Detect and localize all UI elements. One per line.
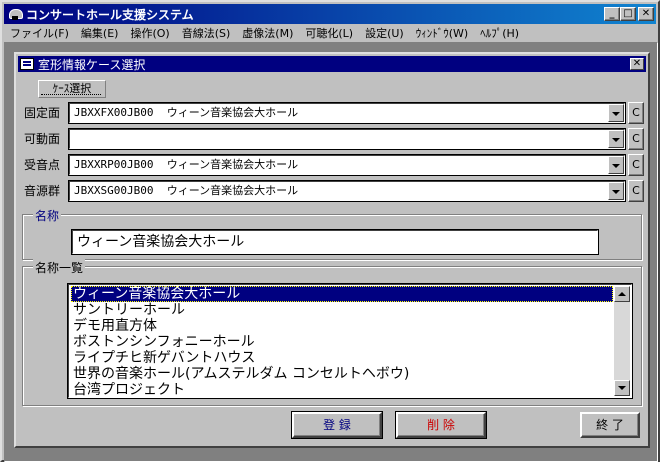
case-name: ウィーン音楽協会大ホール bbox=[166, 106, 299, 119]
case-name: ウィーン音楽協会大ホール bbox=[166, 158, 299, 171]
name-list-caption: 名称一覧 bbox=[33, 259, 86, 276]
receiver-point-label: 受音点 bbox=[24, 158, 61, 172]
title-bar: コンサートホール支援システム _ □ ✕ bbox=[4, 4, 656, 24]
name-group: 名称 ウィーン音楽協会大ホール bbox=[22, 207, 642, 260]
app-icon bbox=[7, 7, 23, 21]
menu-auralization[interactable]: 可聴化(L) bbox=[299, 25, 359, 41]
dropdown-arrow-icon[interactable] bbox=[608, 182, 624, 200]
name-caption: 名称 bbox=[33, 207, 62, 224]
case-code: JBXXRP00JB00 bbox=[74, 158, 154, 171]
app-title: コンサートホール支援システム bbox=[26, 7, 194, 22]
dropdown-arrow-icon[interactable] bbox=[608, 156, 624, 174]
menu-bar: ファイル(F) 編集(E) 操作(O) 音線法(S) 虚像法(M) 可聴化(L)… bbox=[4, 24, 656, 42]
case-code: JBXXFX00JB00 bbox=[74, 106, 154, 119]
menu-ray-method[interactable]: 音線法(S) bbox=[176, 25, 237, 41]
dialog-icon bbox=[20, 58, 34, 70]
menu-settings[interactable]: 設定(U) bbox=[359, 25, 410, 41]
exit-button[interactable]: 終 了 bbox=[580, 412, 640, 438]
close-button[interactable]: ✕ bbox=[638, 7, 654, 21]
list-item[interactable]: ライプチヒ新ゲバントハウス bbox=[71, 350, 613, 366]
combo-value: JBXXFX00JB00 ウィーン音楽協会大ホール bbox=[74, 104, 298, 122]
menu-operation[interactable]: 操作(O) bbox=[124, 25, 175, 41]
list-item[interactable]: デモ用直方体 bbox=[71, 318, 613, 334]
list-item[interactable]: 世界の音楽ホール(アムステルダム コンセルトヘボウ) bbox=[71, 366, 613, 382]
case-select-label[interactable]: ｹｰｽ選択 bbox=[38, 80, 106, 98]
menu-window[interactable]: ｳｨﾝﾄﾞｳ(W) bbox=[410, 25, 474, 41]
movable-surface-label: 可動面 bbox=[24, 132, 61, 146]
source-group-label: 音源群 bbox=[24, 184, 61, 198]
movable-surface-combo[interactable] bbox=[68, 128, 626, 150]
menu-file[interactable]: ファイル(F) bbox=[4, 25, 75, 41]
list-item[interactable]: サントリーホール bbox=[71, 302, 613, 318]
source-group-c-button[interactable]: C bbox=[628, 180, 644, 202]
dialog-title-bar: 室形情報ケース選択 ✕ bbox=[18, 56, 646, 72]
scroll-down-arrow-icon[interactable] bbox=[614, 380, 630, 396]
combo-value: JBXXSG00JB00 ウィーン音楽協会大ホール bbox=[74, 182, 298, 200]
receiver-point-c-button[interactable]: C bbox=[628, 154, 644, 176]
name-listbox[interactable]: ウィーン音楽協会大ホール サントリーホール デモ用直方体 ボストンシンフォニーホ… bbox=[67, 283, 633, 399]
menu-image-method[interactable]: 虚像法(M) bbox=[236, 25, 299, 41]
name-list-group: 名称一覧 ウィーン音楽協会大ホール サントリーホール デモ用直方体 ボストンシン… bbox=[22, 259, 642, 406]
source-group-combo[interactable]: JBXXSG00JB00 ウィーン音楽協会大ホール bbox=[68, 180, 626, 202]
delete-button[interactable]: 削 除 bbox=[395, 411, 487, 439]
combo-value: JBXXRP00JB00 ウィーン音楽協会大ホール bbox=[74, 156, 298, 174]
name-input[interactable]: ウィーン音楽協会大ホール bbox=[71, 229, 599, 255]
list-items: ウィーン音楽協会大ホール サントリーホール デモ用直方体 ボストンシンフォニーホ… bbox=[71, 286, 613, 397]
application-window: コンサートホール支援システム _ □ ✕ ファイル(F) 編集(E) 操作(O)… bbox=[0, 0, 660, 462]
list-item[interactable]: ウィーン音楽協会大ホール bbox=[71, 286, 613, 302]
dropdown-arrow-icon[interactable] bbox=[608, 130, 624, 148]
case-name: ウィーン音楽協会大ホール bbox=[166, 184, 299, 197]
maximize-button[interactable]: □ bbox=[620, 7, 636, 21]
fixed-surface-combo[interactable]: JBXXFX00JB00 ウィーン音楽協会大ホール bbox=[68, 102, 626, 124]
list-scrollbar[interactable] bbox=[614, 286, 630, 396]
minimize-button[interactable]: _ bbox=[604, 7, 620, 21]
dialog-close-button[interactable]: ✕ bbox=[630, 58, 644, 70]
window-controls: _ □ ✕ bbox=[604, 7, 654, 21]
scroll-up-arrow-icon[interactable] bbox=[614, 286, 630, 302]
case-select-dialog: 室形情報ケース選択 ✕ ｹｰｽ選択 固定面 JBXXFX00JB00 ウィーン音… bbox=[14, 52, 650, 448]
fixed-surface-c-button[interactable]: C bbox=[628, 102, 644, 124]
case-code: JBXXSG00JB00 bbox=[74, 184, 154, 197]
dropdown-arrow-icon[interactable] bbox=[608, 104, 624, 122]
dialog-title: 室形情報ケース選択 bbox=[38, 57, 146, 72]
menu-help[interactable]: ﾍﾙﾌﾟ(H) bbox=[474, 25, 525, 41]
movable-surface-c-button[interactable]: C bbox=[628, 128, 644, 150]
register-button[interactable]: 登 録 bbox=[291, 411, 383, 439]
list-item[interactable]: 台湾プロジェクト bbox=[71, 382, 613, 397]
receiver-point-combo[interactable]: JBXXRP00JB00 ウィーン音楽協会大ホール bbox=[68, 154, 626, 176]
fixed-surface-label: 固定面 bbox=[24, 106, 61, 120]
list-item[interactable]: ボストンシンフォニーホール bbox=[71, 334, 613, 350]
menu-edit[interactable]: 編集(E) bbox=[75, 25, 125, 41]
